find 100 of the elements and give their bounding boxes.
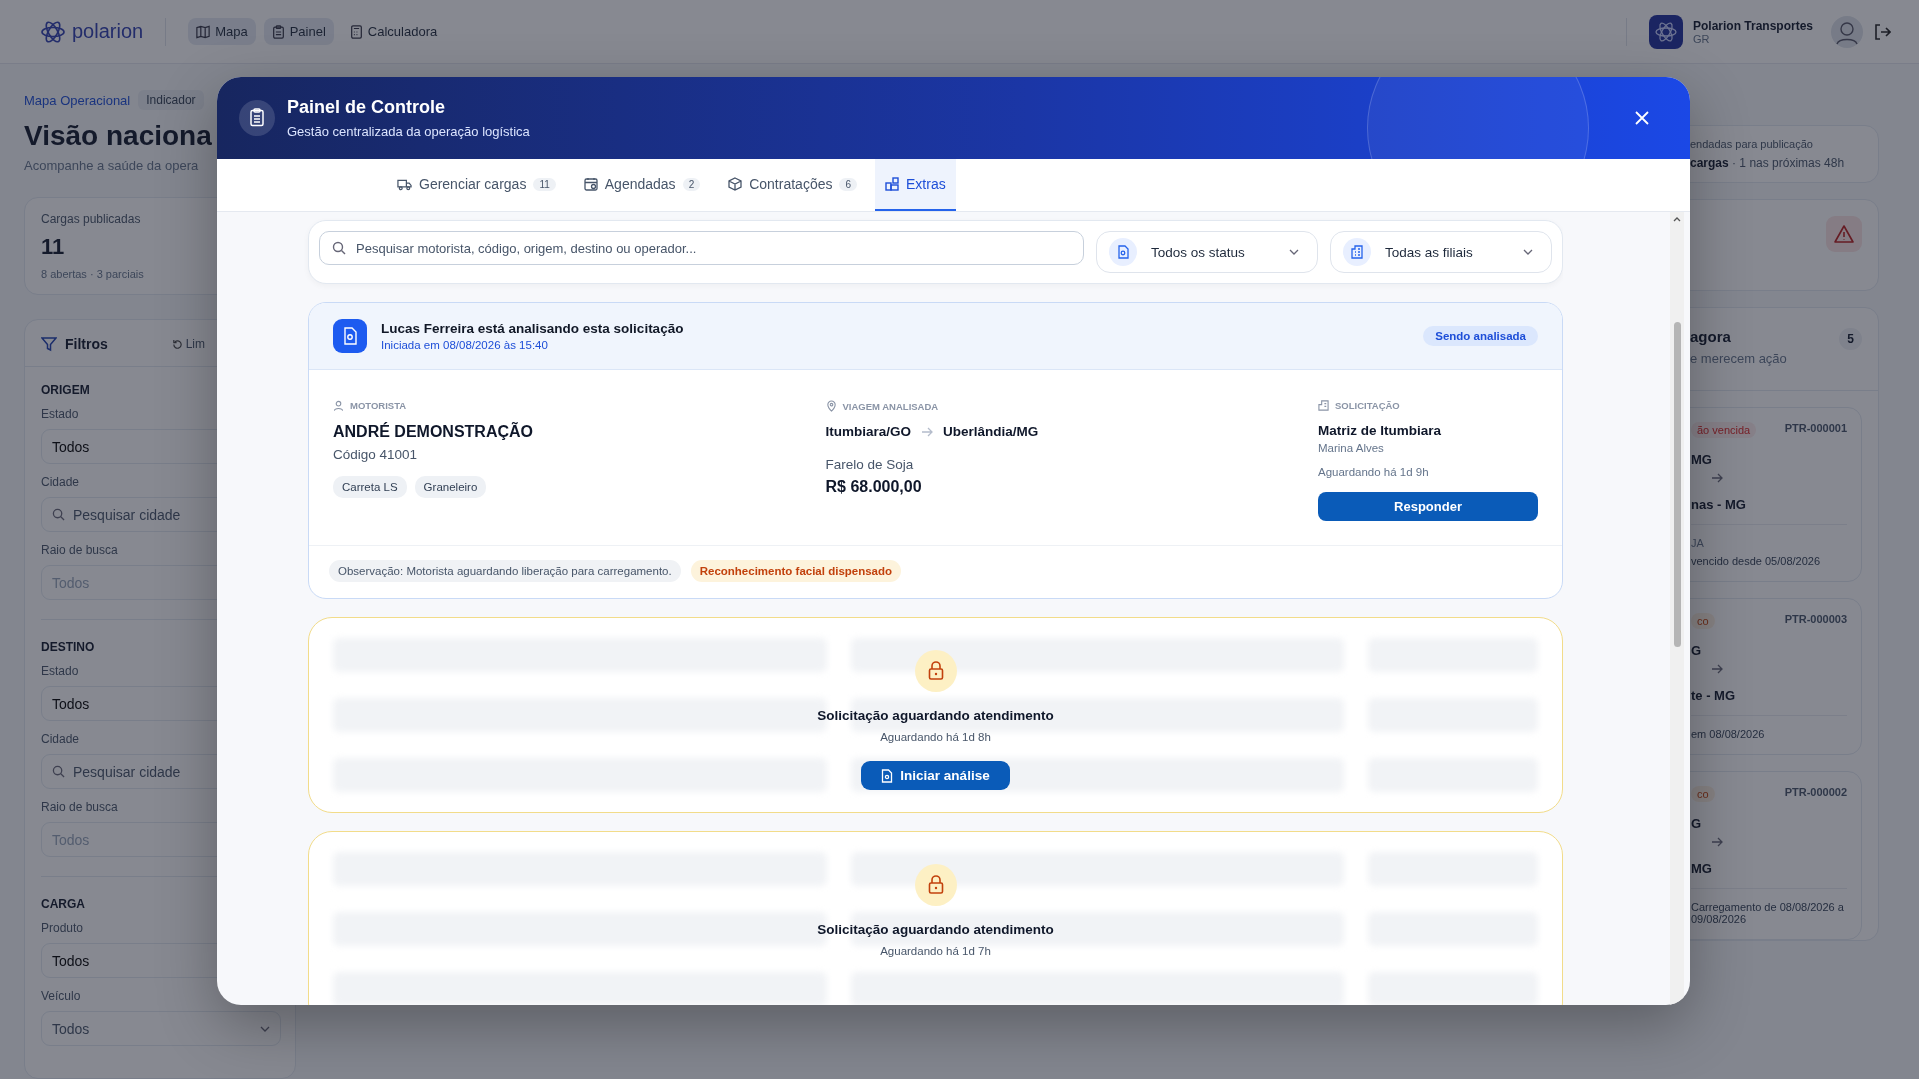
product-name: Farelo de Soja <box>825 457 914 472</box>
waiting-time: Aguardando há 1d 9h <box>1318 466 1429 478</box>
field-label: Cidade <box>41 475 81 489</box>
stat-detail: 8 abertas · 3 parciais <box>41 268 145 280</box>
waiting-time: Aguardando há 1d 8h <box>880 731 991 743</box>
clipboard-icon <box>271 24 285 39</box>
filter-icon <box>41 336 57 352</box>
scheduled-summary: cargas · 1 nas próximas 48h <box>1690 156 1846 170</box>
origin-city: G <box>1691 816 1703 831</box>
logo-text: polarion <box>72 20 144 43</box>
stat-label: Cargas publicadas <box>41 212 142 226</box>
close-icon <box>1635 111 1649 125</box>
dialog-title: Painel de Controle <box>287 97 447 118</box>
search-icon <box>52 765 65 778</box>
respond-button[interactable]: Responder <box>1318 492 1538 521</box>
status-tag: co <box>1691 786 1715 802</box>
freight-value: R$ 68.000,00 <box>825 478 922 496</box>
warning-icon <box>1826 216 1862 252</box>
page-subtitle: Acompanhe a saúde da opera <box>24 158 200 173</box>
company-name: Polarion Transportes <box>1692 18 1813 33</box>
vehicle-tag: Carreta LS <box>333 476 407 498</box>
scheduled-label: endadas para publicação <box>1690 138 1814 150</box>
origin-city: G <box>1691 643 1703 658</box>
locked-title: Solicitação aguardando atendimento <box>817 708 1054 723</box>
driver-code: Código 41001 <box>333 447 418 462</box>
field-label: Raio de busca <box>41 543 119 557</box>
observation-tag: Observação: Motorista aguardando liberação para carregamento. <box>329 560 681 582</box>
reset-icon[interactable] <box>171 338 183 350</box>
vehicle-tag: Graneleiro <box>414 476 487 498</box>
breadcrumb-tab[interactable]: Indicador <box>138 90 204 110</box>
chevron-icon <box>1523 249 1533 255</box>
tab[interactable]: Gerenciar cargas 11 <box>387 159 566 211</box>
field-label: Cidade <box>41 732 81 746</box>
nav-link[interactable]: Painel <box>263 18 334 45</box>
origin-city: Itumbiara/GO <box>825 424 911 439</box>
avatar-icon[interactable] <box>1831 15 1863 48</box>
load-note: vencido desde 05/08/2026 <box>1691 555 1822 567</box>
arrow-icon <box>1711 473 1723 483</box>
analysis-message: Lucas Ferreira está analisando esta solicitação <box>381 321 684 336</box>
warning-tag: Reconhecimento facial dispensado <box>690 560 902 582</box>
select-field[interactable]: Todos os status <box>1096 231 1318 273</box>
destination-city: Uberlândia/MG <box>943 424 1039 439</box>
status-tag: ão vencida <box>1691 422 1757 438</box>
scrollbar-thumb[interactable] <box>1673 322 1681 647</box>
search-icon <box>52 508 65 521</box>
section-heading: ORIGEM <box>41 383 91 397</box>
breadcrumb-link[interactable]: Mapa Operacional <box>24 92 131 108</box>
document-icon <box>881 768 894 783</box>
field-label: Estado <box>41 664 80 678</box>
person-icon <box>333 400 344 411</box>
select-field[interactable]: Todas as filiais <box>1330 231 1552 273</box>
filters-title: Filtros <box>65 336 108 352</box>
panel-title: agora <box>1690 328 1732 345</box>
load-code: PTR-000002 <box>1784 786 1847 800</box>
tab[interactable]: Contratações 6 <box>718 159 868 211</box>
section-heading: DESTINO <box>41 640 96 654</box>
tab[interactable]: Extras <box>875 159 956 211</box>
count-badge: 5 <box>1839 328 1862 350</box>
scroll-up-icon[interactable] <box>1673 216 1681 222</box>
clipboard-icon <box>239 100 275 136</box>
arrow-icon <box>921 426 933 437</box>
calculator-icon <box>349 24 363 39</box>
field-label: Produto <box>41 921 85 935</box>
arrow-icon <box>1711 664 1723 674</box>
atom-logo-icon <box>40 18 66 45</box>
reset-link[interactable]: Lim <box>185 337 205 351</box>
panel-subtitle: e merecem ação <box>1690 351 1787 366</box>
lock-icon <box>914 864 957 906</box>
search-icon <box>332 241 346 255</box>
building-icon <box>1318 400 1329 411</box>
load-note: Carregamento de 08/08/2026 a 09/08/2026 <box>1691 901 1845 925</box>
column-heading: MOTORISTA <box>350 400 407 411</box>
load-meta: JA <box>1691 537 1705 549</box>
search-field[interactable]: Pesquisar motorista, código, origem, destino ou operador... <box>319 231 1084 265</box>
map-icon <box>196 24 211 39</box>
chevron-icon <box>1289 249 1299 255</box>
start-analysis-button[interactable]: Iniciar análise <box>861 761 1010 790</box>
scrollbar[interactable] <box>1670 212 1684 1005</box>
arrow-icon <box>1711 837 1723 847</box>
document-icon <box>333 319 367 353</box>
building-icon <box>1343 238 1371 266</box>
branch-name: Matriz de Itumbiara <box>1318 423 1442 438</box>
atom-badge-icon <box>1648 14 1683 49</box>
user-role: GR <box>1692 32 1711 45</box>
status-tag: co <box>1691 613 1715 629</box>
column-heading: SOLICITAÇÃO <box>1335 400 1400 411</box>
chevron-icon <box>260 1025 270 1032</box>
status-badge: Sendo analisada <box>1423 326 1538 346</box>
field-label: Raio de busca <box>41 800 119 814</box>
analysis-start: Iniciada em 08/08/2026 às 15:40 <box>381 339 549 351</box>
nav-link[interactable]: Calculadora <box>341 18 446 45</box>
destination-city: MG <box>1691 861 1713 876</box>
tab[interactable]: Agendadas 2 <box>573 159 711 211</box>
nav-link[interactable]: Mapa <box>188 18 256 45</box>
box-icon <box>728 177 743 191</box>
logout-icon[interactable] <box>1873 22 1891 41</box>
origin-city: MG <box>1691 452 1713 467</box>
select-field[interactable]: Todos <box>41 1011 281 1046</box>
destination-city: nas - MG <box>1691 497 1747 512</box>
waiting-time: Aguardando há 1d 7h <box>880 945 991 957</box>
